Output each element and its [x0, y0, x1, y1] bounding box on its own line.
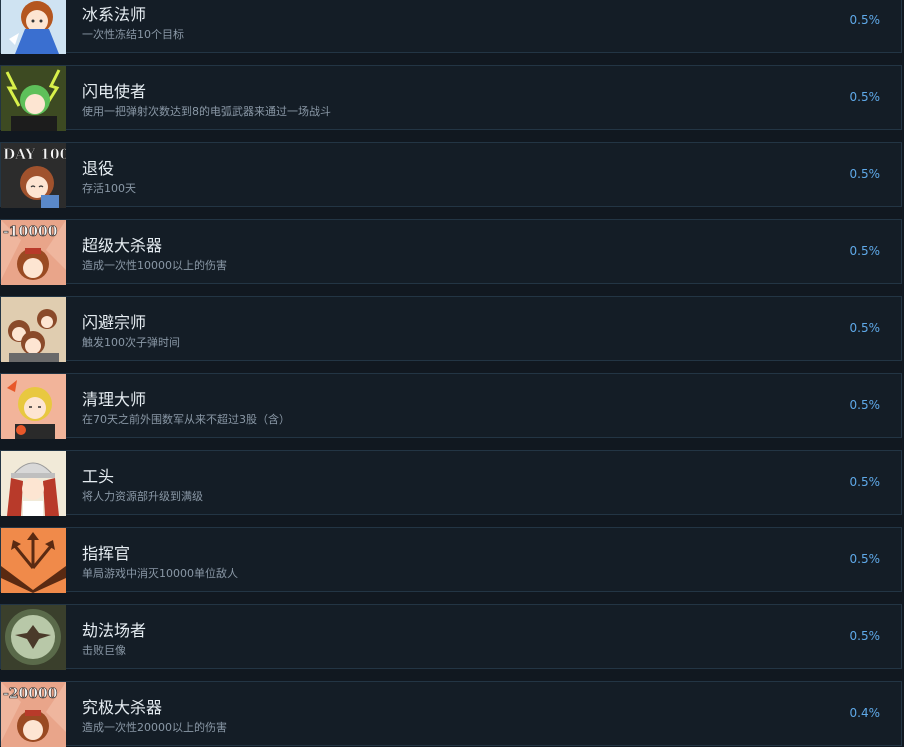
foreman-icon [1, 451, 66, 516]
achievement-description: 使用一把弹射次数达到8的电弧武器来通过一场战斗 [82, 105, 331, 118]
achievement-row[interactable]: 清理大师在70天之前外围数军从来不超过3股（含） 0.5% [0, 373, 902, 439]
achievement-title: 工头 [82, 467, 115, 486]
achievement-row[interactable]: DAY 100 退役存活100天 0.5% [0, 142, 902, 208]
unlock-percentage: 0.5% [849, 552, 881, 566]
achievement-description: 造成一次性20000以上的伤害 [82, 721, 227, 734]
achievement-row[interactable]: 工头将人力资源部升级到满级 0.5% [0, 450, 902, 516]
achievement-row[interactable]: -10000 超级大杀器造成一次性10000以上的伤害 0.5% [0, 219, 902, 285]
badge-overlay-text: -20000 [3, 686, 58, 702]
achievement-description: 单局游戏中消灭10000单位敌人 [82, 567, 238, 580]
unlock-percentage: 0.5% [849, 629, 881, 643]
cleanup-master-icon [1, 374, 66, 439]
unlock-percentage: 0.5% [849, 475, 881, 489]
achievement-row[interactable]: -20000 究极大杀器造成一次性20000以上的伤害 0.4% [0, 681, 902, 747]
unlock-percentage: 0.5% [849, 90, 881, 104]
unlock-percentage: 0.5% [849, 13, 881, 27]
ultimate-destroyer-icon: -20000 [1, 682, 66, 747]
badge-overlay-text: -10000 [3, 224, 58, 240]
commander-icon [1, 528, 66, 593]
achievement-row[interactable]: 劫法场者击败巨像 0.5% [0, 604, 902, 670]
achievement-title: 超级大杀器 [82, 236, 163, 255]
achievement-row[interactable]: 冰系法师一次性冻结10个目标 0.5% [0, 0, 902, 54]
achievement-title: 劫法场者 [82, 621, 147, 640]
achievement-list: 冰系法师 一次性冻结10个目标 0.5% 闪电使者 使用一把弹射次数达到8的电弧武器来通… [0, 0, 904, 747]
achievement-title: 闪避宗师 [82, 313, 147, 332]
unlock-percentage: 0.4% [849, 706, 881, 720]
ice-mage-icon [1, 0, 66, 54]
achievement-description: 在70天之前外围数军从来不超过3股（含） [82, 413, 290, 426]
unlock-percentage: 0.5% [849, 244, 881, 258]
achievement-description: 触发100次子弹时间 [82, 336, 180, 349]
unlock-percentage: 0.5% [849, 398, 881, 412]
dodge-master-icon [1, 297, 66, 362]
achievement-row[interactable]: 指挥官单局游戏中消灭10000单位敌人 0.5% [0, 527, 902, 593]
achievement-description: 击败巨像 [82, 644, 126, 657]
achievement-row[interactable]: 闪电使者使用一把弹射次数达到8的电弧武器来通过一场战斗 0.5% [0, 65, 902, 131]
colossus-slayer-icon [1, 605, 66, 670]
super-destroyer-icon: -10000 [1, 220, 66, 285]
achievement-title: 指挥官 [82, 544, 131, 563]
achievement-description: 造成一次性10000以上的伤害 [82, 259, 227, 272]
achievement-row[interactable]: 闪避宗师触发100次子弹时间 0.5% [0, 296, 902, 362]
achievement-description: 将人力资源部升级到满级 [82, 490, 203, 503]
unlock-percentage: 0.5% [849, 321, 881, 335]
badge-overlay-text: DAY 100 [3, 147, 66, 163]
achievement-description: 一次性冻结10个目标 [82, 28, 184, 41]
achievement-title: 闪电使者 [82, 82, 147, 101]
achievement-description: 存活100天 [82, 182, 136, 195]
retired-icon: DAY 100 [1, 143, 66, 208]
achievement-title: 究极大杀器 [82, 698, 163, 717]
lightning-messenger-icon [1, 66, 66, 131]
achievement-title: 退役 [82, 159, 115, 178]
unlock-percentage: 0.5% [849, 167, 881, 181]
achievement-title: 冰系法师 [82, 5, 147, 24]
achievement-title: 清理大师 [82, 390, 147, 409]
